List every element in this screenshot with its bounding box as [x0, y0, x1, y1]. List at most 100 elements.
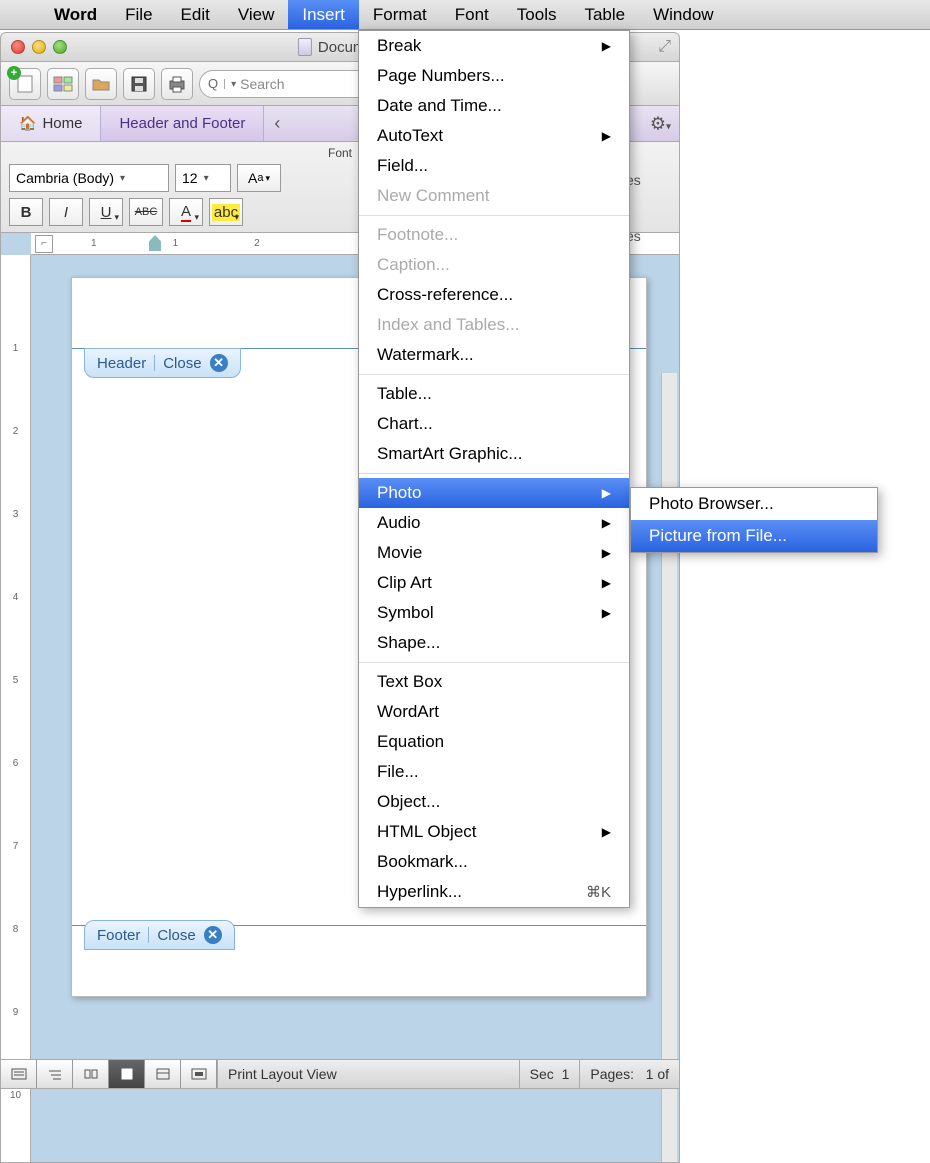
vertical-ruler[interactable]: 1 2 3 4 5 6 7 8 9 10	[1, 255, 31, 1162]
menu-item-symbol[interactable]: Symbol▶	[359, 598, 629, 628]
submenu-item-picture-from-file[interactable]: Picture from File...	[631, 520, 877, 552]
minimize-window-button[interactable]	[32, 40, 46, 54]
ruler-tick: 1	[13, 343, 19, 354]
menu-table[interactable]: Table	[570, 0, 639, 29]
menu-item-movie[interactable]: Movie▶	[359, 538, 629, 568]
print-button[interactable]	[161, 68, 193, 100]
menu-item-audio[interactable]: Audio▶	[359, 508, 629, 538]
ruler-tick: 2	[13, 426, 19, 437]
templates-button[interactable]	[47, 68, 79, 100]
ribbon-tab-header-footer[interactable]: Header and Footer	[101, 106, 264, 141]
photo-submenu: Photo Browser...Picture from File...	[630, 487, 878, 553]
menu-item-equation[interactable]: Equation	[359, 727, 629, 757]
menu-item-file[interactable]: File...	[359, 757, 629, 787]
font-name-dropdown[interactable]: Cambria (Body) ▾	[9, 164, 169, 192]
menu-file[interactable]: File	[111, 0, 166, 29]
underline-button[interactable]: U▾	[89, 198, 123, 226]
menu-item-shape[interactable]: Shape...	[359, 628, 629, 658]
fullscreen-button[interactable]: ⤢	[658, 38, 671, 56]
font-color-button[interactable]: A▾	[169, 198, 203, 226]
new-document-button[interactable]	[9, 68, 41, 100]
menu-item-photo[interactable]: Photo▶	[359, 478, 629, 508]
separator	[154, 355, 155, 371]
submenu-arrow-icon: ▶	[602, 546, 611, 560]
ruler-tick: 10	[10, 1090, 21, 1101]
home-icon: 🏠	[19, 115, 36, 132]
submenu-arrow-icon: ▶	[602, 606, 611, 620]
view-buttons	[1, 1060, 217, 1088]
ruler-tick: 1	[173, 238, 179, 249]
zoom-window-button[interactable]	[53, 40, 67, 54]
tab-selector[interactable]: ⌐	[35, 235, 53, 253]
ruler-tick: 9	[13, 1007, 19, 1018]
footer-tab: Footer Close ✕	[84, 920, 235, 950]
menu-item-watermark[interactable]: Watermark...	[359, 340, 629, 370]
menu-item-table[interactable]: Table...	[359, 379, 629, 409]
menu-item-autotext[interactable]: AutoText▶	[359, 121, 629, 151]
window-controls	[11, 40, 67, 54]
chevron-down-icon: ▾	[204, 173, 209, 184]
font-effects-button[interactable]: Aa▾	[237, 164, 281, 192]
menu-window[interactable]: Window	[639, 0, 727, 29]
menu-tools[interactable]: Tools	[503, 0, 571, 29]
menu-item-smartart-graphic[interactable]: SmartArt Graphic...	[359, 439, 629, 469]
menu-item-page-numbers[interactable]: Page Numbers...	[359, 61, 629, 91]
menu-item-chart[interactable]: Chart...	[359, 409, 629, 439]
submenu-item-photo-browser[interactable]: Photo Browser...	[631, 488, 877, 520]
view-publishing-button[interactable]	[73, 1060, 109, 1088]
ribbon-scroll-left[interactable]: ‹	[264, 106, 290, 141]
ribbon-home-label: Home	[42, 115, 82, 132]
menu-edit[interactable]: Edit	[167, 0, 224, 29]
view-outline-button[interactable]	[37, 1060, 73, 1088]
font-size-dropdown[interactable]: 12 ▾	[175, 164, 231, 192]
menu-item-hyperlink[interactable]: Hyperlink...⌘K	[359, 877, 629, 907]
close-icon[interactable]: ✕	[210, 354, 228, 372]
search-box[interactable]: Q ▾ Search	[199, 70, 379, 98]
menu-insert[interactable]: Insert	[288, 0, 359, 29]
close-icon[interactable]: ✕	[204, 926, 222, 944]
menu-format[interactable]: Format	[359, 0, 441, 29]
font-size-value: 12	[182, 170, 198, 186]
menu-item-break[interactable]: Break▶	[359, 31, 629, 61]
menu-item-wordart[interactable]: WordArt	[359, 697, 629, 727]
bold-button[interactable]: B	[9, 198, 43, 226]
highlight-button[interactable]: abc▾	[209, 198, 243, 226]
menu-item-clip-art[interactable]: Clip Art▶	[359, 568, 629, 598]
footer-close-label[interactable]: Close	[157, 927, 195, 944]
menu-item-html-object[interactable]: HTML Object▶	[359, 817, 629, 847]
menu-item-field[interactable]: Field...	[359, 151, 629, 181]
ruler-tick: 4	[13, 592, 19, 603]
ruler-tick: 2	[254, 238, 260, 249]
menu-item-text-box[interactable]: Text Box	[359, 667, 629, 697]
submenu-arrow-icon: ▶	[602, 129, 611, 143]
close-window-button[interactable]	[11, 40, 25, 54]
view-draft-button[interactable]	[1, 1060, 37, 1088]
italic-button[interactable]: I	[49, 198, 83, 226]
menu-font[interactable]: Font	[441, 0, 503, 29]
ribbon-settings-gear-icon[interactable]: ⚙▾	[650, 113, 671, 134]
view-print-layout-button[interactable]	[109, 1060, 145, 1088]
ribbon-active-label: Header and Footer	[119, 115, 245, 132]
ruler-tick: 8	[13, 924, 19, 935]
strikethrough-button[interactable]: ABC	[129, 198, 163, 226]
status-pages: Pages: 1 of	[579, 1060, 679, 1088]
save-button[interactable]	[123, 68, 155, 100]
menu-item-cross-reference[interactable]: Cross-reference...	[359, 280, 629, 310]
view-focus-button[interactable]	[181, 1060, 217, 1088]
keyboard-shortcut: ⌘K	[586, 883, 611, 901]
menu-item-object[interactable]: Object...	[359, 787, 629, 817]
search-dropdown-chevron[interactable]: ▾	[224, 79, 234, 89]
view-notebook-button[interactable]	[145, 1060, 181, 1088]
status-bar: Print Layout View Sec 1 Pages: 1 of	[0, 1059, 680, 1089]
header-close-label[interactable]: Close	[163, 355, 201, 372]
menu-item-bookmark[interactable]: Bookmark...	[359, 847, 629, 877]
menu-separator	[359, 662, 629, 663]
open-button[interactable]	[85, 68, 117, 100]
menu-view[interactable]: View	[224, 0, 289, 29]
menu-item-date-and-time[interactable]: Date and Time...	[359, 91, 629, 121]
search-icon: Q	[208, 76, 218, 91]
separator	[148, 927, 149, 943]
menu-app-name[interactable]: Word	[40, 0, 111, 29]
header-label: Header	[97, 355, 146, 372]
ribbon-tab-home[interactable]: 🏠 Home	[1, 106, 101, 141]
